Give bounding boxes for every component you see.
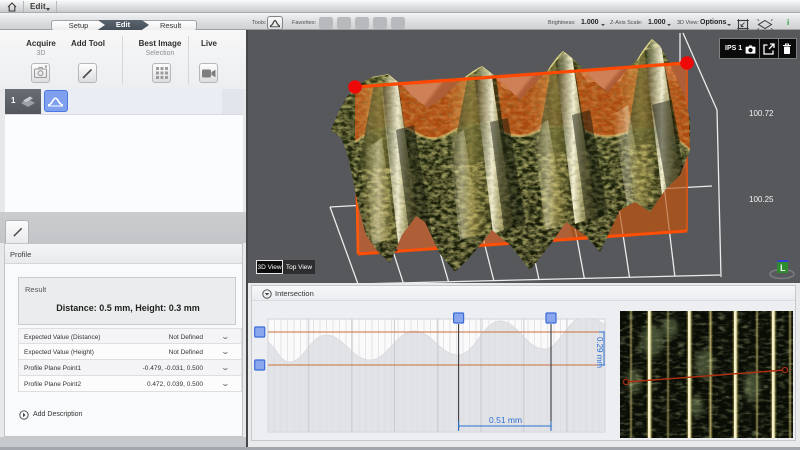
svg-text:0.29 mm: 0.29 mm — [595, 337, 604, 368]
svg-text:L: L — [780, 263, 786, 273]
svg-text:0.51 mm: 0.51 mm — [489, 415, 522, 425]
